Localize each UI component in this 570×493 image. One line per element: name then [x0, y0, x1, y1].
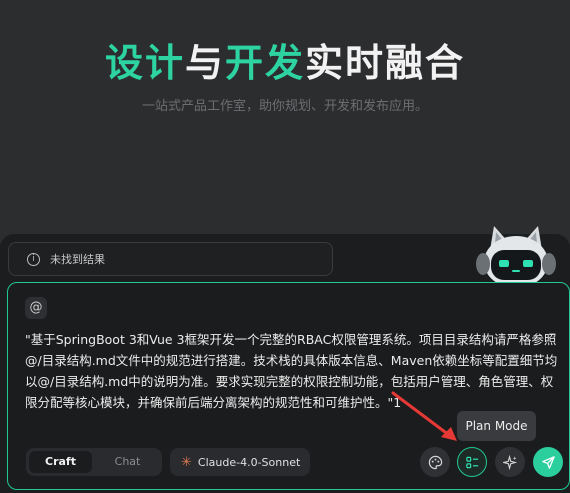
hero-title-and: 与 [184, 41, 225, 85]
model-selector[interactable]: ✳ Claude-4.0-Sonnet [170, 448, 310, 476]
hero-title-develop: 开发 [225, 41, 306, 85]
send-button[interactable] [533, 447, 563, 477]
mode-toggle[interactable]: Craft Chat [26, 448, 162, 476]
hero-title-realtime: 实时融合 [305, 41, 466, 85]
red-arrow-annotation [391, 391, 457, 441]
prompt-composer[interactable]: @ "基于SpringBoot 3和Vue 3框架开发一个完整的RBAC权限管理… [7, 282, 570, 490]
magic-enhance-button[interactable] [495, 447, 525, 477]
cat-robot-mascot-icon [476, 226, 556, 288]
notice-text: 未找到结果 [50, 253, 105, 266]
mention-button[interactable]: @ [25, 297, 47, 319]
mode-chat-option[interactable]: Chat [96, 451, 159, 473]
hero-title: 设计与开发实时融合 [0, 32, 570, 87]
prompt-input[interactable]: "基于SpringBoot 3和Vue 3框架开发一个完整的RBAC权限管理系统… [25, 329, 561, 413]
hero-title-design: 设计 [104, 41, 185, 85]
plan-mode-button[interactable] [457, 447, 487, 477]
sparkle-icon: ✳ [181, 454, 192, 470]
plan-list-icon [465, 456, 478, 468]
palette-button[interactable] [420, 447, 450, 477]
plan-mode-tooltip: Plan Mode [457, 411, 536, 441]
send-icon [541, 455, 555, 469]
magic-sparkle-icon [502, 454, 517, 470]
info-icon: i [27, 252, 40, 266]
model-label: Claude-4.0-Sonnet [197, 455, 301, 469]
mode-craft-option[interactable]: Craft [29, 451, 92, 473]
hero-subtitle: 一站式产品工作室，助你规划、开发和发布应用。 [141, 99, 428, 114]
palette-icon [428, 455, 442, 469]
no-results-notice: i 未找到结果 [8, 242, 333, 276]
